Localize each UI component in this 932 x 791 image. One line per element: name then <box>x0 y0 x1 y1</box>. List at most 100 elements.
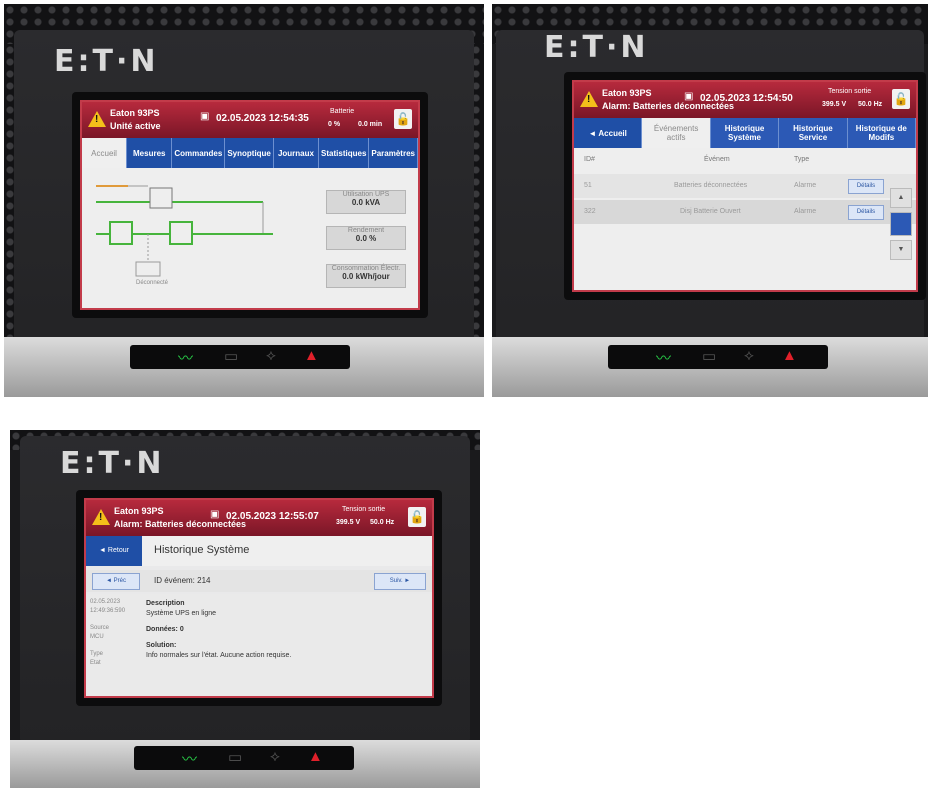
lock-icon[interactable]: 🔓 <box>394 109 412 129</box>
alarm-icon: ▲ <box>304 347 319 364</box>
tab-historique-systeme[interactable]: Historique Système <box>711 118 780 148</box>
event-detail: 02.05.2023 12:49:36:590 Source MCU Type … <box>86 594 432 696</box>
meta-source-value: MCU <box>90 634 104 640</box>
front-panel-lower: 〰 ▭ ⟡ ▲ <box>10 740 480 788</box>
tab-accueil[interactable]: ◄ Accueil <box>574 118 643 148</box>
column-id: ID# <box>584 156 595 163</box>
warning-icon[interactable]: ! <box>92 509 110 525</box>
display-screen: ! Eaton 93PS Alarm: Batteries déconnecté… <box>572 80 918 292</box>
metric-rendement[interactable]: Rendement 0.0 % <box>326 226 406 250</box>
led-bar: 〰 ▭ ⟡ ▲ <box>130 345 350 369</box>
eaton-logo: E:T·N <box>54 44 159 79</box>
tab-historique-modifs[interactable]: Historique de Modifs <box>848 118 916 148</box>
network-icon: ▣ <box>684 91 694 102</box>
metric-consommation[interactable]: Consommation Électr. 0.0 kWh/jour <box>326 264 406 288</box>
meta-source-label: Source <box>90 625 110 631</box>
scroll-down-button[interactable]: ▼ <box>890 240 912 260</box>
metric-utilisation-label: Utilisation UPS <box>342 191 390 198</box>
tab-accueil[interactable]: Accueil <box>82 138 128 168</box>
lock-icon[interactable]: 🔓 <box>408 507 426 527</box>
row-event: Batteries déconnectées <box>674 182 748 189</box>
status-header: ! Eaton 93PS Alarm: Batteries déconnecté… <box>574 82 916 118</box>
row-type: Alarme <box>794 208 817 215</box>
prev-button[interactable]: ◄ Préc <box>92 573 140 590</box>
display-frame: ! Eaton 93PS Unité active ▣ 02.05.2023 1… <box>72 92 428 318</box>
power-flow-diagram <box>96 185 273 277</box>
status-header: ! Eaton 93PS Alarm: Batteries déconnecté… <box>86 500 432 536</box>
events-tabs: ◄ Accueil Événements actifs Historique S… <box>574 118 916 148</box>
description-text: Système UPS en ligne <box>146 610 217 617</box>
history-titlebar: ◄ Retour Historique Système <box>86 536 432 566</box>
ups-bezel: E:T·N ! Eaton 93PS Unité active ▣ 02.05.… <box>14 30 474 367</box>
photo-home: E:T·N ! Eaton 93PS Unité active ▣ 02.05.… <box>4 4 484 397</box>
header-right-title: Tension sortie <box>342 506 386 513</box>
details-button[interactable]: Détails <box>848 205 884 220</box>
header-model: Eaton 93PS <box>114 506 164 516</box>
metric-utilisation[interactable]: Utilisation UPS 0.0 kVA <box>326 190 406 214</box>
event-id: ID événem: 214 <box>154 576 211 585</box>
metric-rendement-value: 0.0 % <box>355 234 377 243</box>
meta-date: 02.05.2023 <box>90 599 121 605</box>
events-table-header: ID# Événem Type <box>574 148 916 172</box>
front-panel-lower: 〰 ▭ ⟡ ▲ <box>492 337 928 397</box>
metric-consommation-value: 0.0 kWh/jour <box>342 272 390 281</box>
battery-icon: ▭ <box>224 348 239 365</box>
lock-icon[interactable]: 🔓 <box>892 89 910 109</box>
solution-text: Info normales sur l'état. Aucune action … <box>146 652 292 659</box>
battery-icon: ▭ <box>702 348 717 365</box>
display-screen: ! Eaton 93PS Alarm: Batteries déconnecté… <box>84 498 434 698</box>
scroll-up-button[interactable]: ▲ <box>890 188 912 208</box>
column-event: Événem <box>704 156 730 163</box>
solution-label: Solution: <box>146 642 177 649</box>
photo-history: E:T·N ! Eaton 93PS Alarm: Batteries déco… <box>10 430 480 788</box>
sine-wave-icon: 〰 <box>656 350 672 367</box>
warning-icon[interactable]: ! <box>88 111 106 127</box>
tab-statistiques[interactable]: Statistiques <box>319 138 370 168</box>
home-body: Déconnecté Utilisation UPS 0.0 kVA Rende… <box>82 168 418 308</box>
tab-synoptique[interactable]: Synoptique <box>225 138 274 168</box>
battery-icon: ▭ <box>228 749 243 766</box>
row-id: 322 <box>584 208 596 215</box>
table-row[interactable]: 51 Batteries déconnectées Alarme Détails <box>574 174 916 198</box>
details-button[interactable]: Détails <box>848 179 884 194</box>
header-datetime: 02.05.2023 12:55:07 <box>226 511 319 522</box>
row-id: 51 <box>584 182 592 189</box>
header-right-value-2: 50.0 Hz <box>370 519 395 526</box>
metric-utilisation-value: 0.0 kVA <box>351 198 381 207</box>
display-frame: ! Eaton 93PS Alarm: Batteries déconnecté… <box>564 72 926 300</box>
table-row[interactable]: 322 Disj Batterie Ouvert Alarme Détails <box>574 200 916 224</box>
data-label: Données: 0 <box>146 626 184 633</box>
battery-status-label: Déconnecté <box>136 280 169 286</box>
header-datetime: 02.05.2023 12:54:50 <box>700 93 793 104</box>
status-header: ! Eaton 93PS Unité active ▣ 02.05.2023 1… <box>82 102 418 138</box>
led-bar: 〰 ▭ ⟡ ▲ <box>608 345 828 369</box>
header-right-value-1: 399.5 V <box>822 101 847 108</box>
header-model: Eaton 93PS <box>110 108 160 118</box>
tab-journaux[interactable]: Journaux <box>274 138 320 168</box>
tab-mesures[interactable]: Mesures <box>127 138 173 168</box>
warning-icon[interactable]: ! <box>580 91 598 107</box>
back-button[interactable]: ◄ Retour <box>86 536 142 566</box>
tab-commandes[interactable]: Commandes <box>172 138 226 168</box>
header-right-value-2: 50.0 Hz <box>858 101 883 108</box>
bypass-icon: ⟡ <box>266 347 276 364</box>
tab-parametres[interactable]: Paramètres <box>369 138 418 168</box>
meta-column: 02.05.2023 12:49:36:590 Source MCU Type … <box>90 598 140 668</box>
alarm-icon: ▲ <box>308 748 323 765</box>
metric-rendement-label: Rendement <box>347 227 385 234</box>
header-status: Unité active <box>110 121 161 131</box>
bypass-icon: ⟡ <box>744 347 754 364</box>
header-right-title: Batterie <box>330 108 355 115</box>
eaton-logo: E:T·N <box>544 30 649 65</box>
bypass-icon: ⟡ <box>270 748 280 765</box>
metric-consommation-label: Consommation Électr. <box>331 265 401 272</box>
page-title: Historique Système <box>154 544 250 556</box>
column-type: Type <box>794 156 810 163</box>
tab-evenements-actifs[interactable]: Événements actifs <box>642 118 711 148</box>
header-right-value-1: 0 % <box>328 121 341 128</box>
next-button[interactable]: Suiv. ► <box>374 573 426 590</box>
scroll-thumb[interactable] <box>890 212 912 236</box>
ups-bezel: E:T·N ! Eaton 93PS Alarm: Batteries déco… <box>20 436 470 744</box>
tab-historique-service[interactable]: Historique Service <box>779 118 848 148</box>
meta-time: 12:49:36:590 <box>90 608 126 614</box>
